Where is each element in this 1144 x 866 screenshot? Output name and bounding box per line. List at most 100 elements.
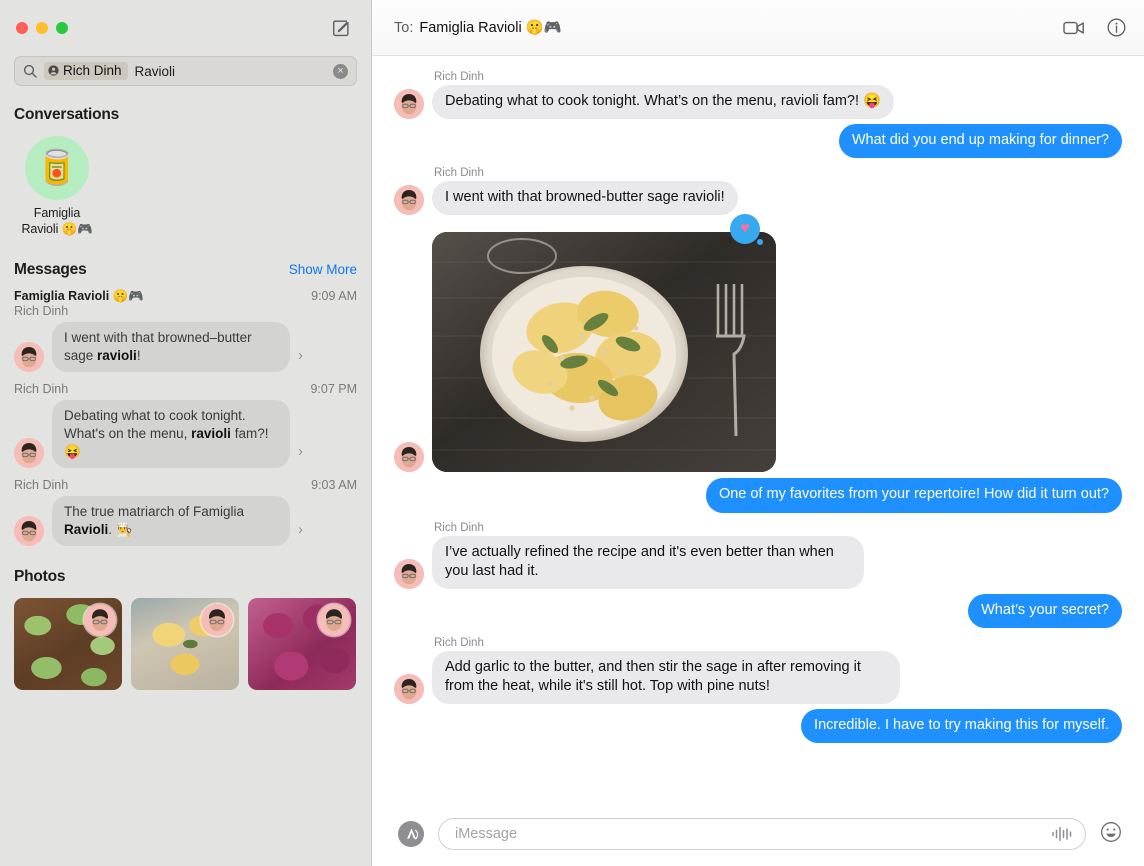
message-row-incoming: Debating what to cook tonight. What’s on… bbox=[394, 85, 1122, 120]
message-bubble[interactable]: I went with that browned-butter sage rav… bbox=[427, 181, 738, 216]
message-bubble[interactable]: What did you end up making for dinner? bbox=[838, 124, 1128, 159]
result-body: Debating what to cook tonight. What's on… bbox=[14, 400, 357, 469]
message-row-outgoing: What’s your secret? bbox=[394, 593, 1127, 629]
imessage-placeholder: iMessage bbox=[455, 826, 518, 842]
search-token-rich-dinh[interactable]: Rich Dinh bbox=[44, 62, 128, 80]
message-bubble[interactable]: I’ve actually refined the recipe and it'… bbox=[427, 535, 864, 590]
show-more-button[interactable]: Show More bbox=[289, 262, 357, 277]
avatar bbox=[394, 442, 424, 473]
avatar bbox=[84, 603, 116, 636]
list-item[interactable]: Famiglia Ravioli 🤫🎮 9:09 AM Rich Dinh I … bbox=[0, 285, 371, 378]
list-item[interactable]: Rich Dinh 9:07 PM Debating what to cook … bbox=[0, 378, 371, 474]
app-store-icon[interactable] bbox=[398, 821, 424, 847]
sender-name: Rich Dinh bbox=[434, 167, 484, 180]
search-token-label: Rich Dinh bbox=[63, 63, 122, 78]
message-bubble[interactable]: One of my favorites from your repertoire… bbox=[705, 478, 1128, 513]
snippet-match: ravioli bbox=[97, 348, 137, 364]
sidebar: Rich Dinh Ravioli × Conversations 🥫 Fami… bbox=[0, 0, 372, 866]
avatar bbox=[394, 185, 424, 216]
photo-thumbnail[interactable] bbox=[131, 597, 239, 690]
audio-waveform-icon[interactable] bbox=[1051, 826, 1073, 842]
avatar bbox=[394, 674, 424, 705]
message-bubble[interactable]: What’s your secret? bbox=[968, 593, 1127, 629]
compose-bar: iMessage bbox=[372, 802, 1144, 866]
message-bubble[interactable]: Debating what to cook tonight. What’s on… bbox=[426, 85, 895, 120]
result-body: I went with that browned–butter sage rav… bbox=[14, 322, 357, 373]
conversation-name-line2: Ravioli 🤫🎮 bbox=[21, 221, 93, 236]
zoom-button[interactable] bbox=[56, 22, 68, 34]
chat-header: To: Famiglia Ravioli 🤫🎮 bbox=[372, 0, 1144, 56]
result-sender: Rich Dinh bbox=[14, 304, 69, 319]
header-actions bbox=[1063, 18, 1126, 37]
conversations-title: Conversations bbox=[14, 106, 120, 123]
message-thread[interactable]: Rich Dinh Debating what to cook tonight.… bbox=[372, 56, 1144, 802]
photos-section-header: Photos bbox=[0, 558, 371, 590]
window-controls bbox=[16, 22, 68, 34]
message-group: Rich Dinh Add garlic to the butter, and … bbox=[394, 630, 1122, 706]
result-sender: Rich Dinh bbox=[14, 382, 69, 397]
avatar bbox=[394, 558, 424, 589]
conversations-list: 🥫 Famiglia Ravioli 🤫🎮 bbox=[0, 128, 371, 251]
chat-pane: To: Famiglia Ravioli 🤫🎮 Rich Dinh Debati… bbox=[372, 0, 1144, 866]
chevron-right-icon[interactable]: › bbox=[298, 347, 303, 372]
message-bubble[interactable]: Incredible. I have to try making this fo… bbox=[801, 709, 1127, 744]
minimize-button[interactable] bbox=[36, 22, 48, 34]
snippet-pre: The true matriarch of Famiglia bbox=[64, 504, 245, 520]
result-snippet: I went with that browned–butter sage rav… bbox=[48, 322, 290, 373]
chevron-right-icon[interactable]: › bbox=[298, 443, 303, 468]
result-conversation-name: Famiglia Ravioli 🤫🎮 bbox=[14, 289, 144, 304]
avatar bbox=[394, 89, 424, 120]
chevron-right-icon[interactable]: › bbox=[298, 521, 303, 546]
image-attachment[interactable] bbox=[432, 232, 776, 473]
snippet-match: Ravioli bbox=[64, 521, 109, 537]
message-row-incoming: I’ve actually refined the recipe and it'… bbox=[394, 535, 1122, 590]
message-row-outgoing: One of my favorites from your repertoire… bbox=[394, 478, 1128, 513]
message-group: Rich Dinh Debating what to cook tonight.… bbox=[394, 64, 1122, 121]
messages-window: Rich Dinh Ravioli × Conversations 🥫 Fami… bbox=[0, 0, 1144, 866]
imessage-input[interactable]: iMessage bbox=[438, 818, 1086, 850]
result-time: 9:03 AM bbox=[311, 478, 357, 493]
compose-icon[interactable] bbox=[329, 16, 353, 40]
emoji-picker-icon[interactable] bbox=[1100, 821, 1122, 847]
sender-name: Rich Dinh bbox=[434, 521, 484, 534]
message-row-outgoing: Incredible. I have to try making this fo… bbox=[394, 709, 1127, 744]
photo-thumbnail[interactable] bbox=[248, 597, 356, 690]
search-icon bbox=[23, 64, 37, 78]
message-group: Rich Dinh I’ve actually refined the reci… bbox=[394, 515, 1122, 591]
result-sender: Rich Dinh bbox=[14, 478, 69, 493]
conversation-name-line1: Famiglia bbox=[33, 206, 81, 220]
avatar bbox=[318, 603, 350, 636]
person-icon bbox=[48, 65, 59, 76]
tomato-can-emoji: 🥫 bbox=[35, 149, 79, 187]
photos-grid bbox=[0, 590, 371, 704]
photos-title: Photos bbox=[14, 567, 66, 585]
message-row-incoming: I went with that browned-butter sage rav… bbox=[394, 181, 1122, 216]
avatar bbox=[14, 342, 44, 373]
conversation-name: Famiglia Ravioli 🤫🎮 bbox=[21, 206, 92, 237]
clear-search-button[interactable]: × bbox=[333, 63, 348, 79]
message-row-outgoing: What did you end up making for dinner? bbox=[394, 124, 1128, 159]
result-body: The true matriarch of Famiglia Ravioli. … bbox=[14, 496, 357, 546]
close-button[interactable] bbox=[16, 22, 28, 34]
result-header: Rich Dinh 9:03 AM bbox=[14, 478, 357, 492]
sidebar-toolbar bbox=[0, 0, 371, 56]
search-input[interactable]: Rich Dinh Ravioli × bbox=[14, 56, 357, 86]
snippet-post: . 👨‍🍳 bbox=[108, 521, 133, 537]
result-time: 9:09 AM bbox=[311, 289, 357, 304]
recipient-name[interactable]: Famiglia Ravioli 🤫🎮 bbox=[419, 19, 561, 36]
video-camera-icon[interactable] bbox=[1063, 20, 1085, 36]
avatar bbox=[14, 515, 44, 546]
message-group: Rich Dinh I went with that browned-butte… bbox=[394, 160, 1122, 217]
conversation-item-famiglia-ravioli[interactable]: 🥫 Famiglia Ravioli 🤫🎮 bbox=[14, 136, 100, 237]
snippet-match: ravioli bbox=[191, 426, 231, 442]
avatar bbox=[201, 603, 233, 636]
message-bubble[interactable]: Add garlic to the butter, and then stir … bbox=[427, 650, 900, 705]
photo-thumbnail[interactable] bbox=[14, 597, 122, 690]
sender-name: Rich Dinh bbox=[434, 71, 484, 83]
snippet-pre: I went with that browned–butter sage bbox=[64, 330, 252, 364]
info-circle-icon[interactable] bbox=[1107, 18, 1126, 37]
conversation-avatar: 🥫 bbox=[25, 136, 89, 200]
result-snippet: The true matriarch of Famiglia Ravioli. … bbox=[48, 496, 290, 546]
message-results-list: Famiglia Ravioli 🤫🎮 9:09 AM Rich Dinh I … bbox=[0, 283, 371, 558]
list-item[interactable]: Rich Dinh 9:03 AM The true matriarch of … bbox=[0, 474, 371, 552]
